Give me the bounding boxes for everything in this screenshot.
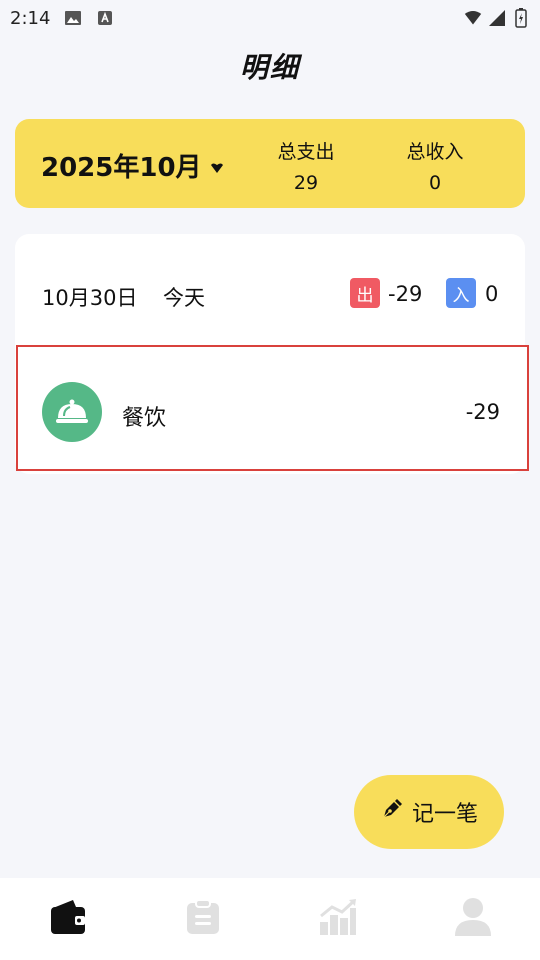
tab-details[interactable] xyxy=(0,878,135,960)
signal-icon xyxy=(488,9,506,27)
total-income-value: 0 xyxy=(428,172,442,194)
day-date: 10月30日 xyxy=(42,286,138,310)
total-expense-label: 总支出 xyxy=(277,141,335,163)
pen-icon xyxy=(380,797,404,827)
total-income-label: 总收入 xyxy=(406,141,464,163)
total-income: 总收入 0 xyxy=(390,137,480,194)
chart-icon xyxy=(319,898,357,940)
user-icon xyxy=(454,897,492,941)
day-income-value: 0 xyxy=(485,282,499,306)
add-record-button[interactable]: 记一笔 xyxy=(354,775,504,849)
income-badge: 入 xyxy=(446,278,476,308)
clipboard-icon xyxy=(186,899,220,939)
month-picker[interactable]: 2025年10月 xyxy=(41,147,224,184)
wifi-icon xyxy=(464,9,482,27)
day-relative: 今天 xyxy=(163,286,205,310)
wallet-icon xyxy=(49,899,87,939)
battery-icon xyxy=(512,8,530,28)
month-label: 2025年10月 xyxy=(41,153,202,183)
status-bar: 2:14 xyxy=(0,0,540,36)
food-cloche-icon xyxy=(42,382,102,442)
bottom-tab-bar xyxy=(0,878,540,960)
page-title: 明细 xyxy=(239,51,300,84)
tab-records[interactable] xyxy=(135,878,270,960)
list-item[interactable]: 餐饮 -29 xyxy=(16,345,529,471)
total-expense: 总支出 29 xyxy=(261,137,351,194)
caret-down-icon xyxy=(210,151,224,181)
total-expense-value: 29 xyxy=(293,172,319,194)
gallery-icon xyxy=(64,9,82,27)
expense-badge: 出 xyxy=(350,278,380,308)
day-expense-value: -29 xyxy=(388,282,423,306)
status-time: 2:14 xyxy=(10,7,51,29)
entry-category: 餐饮 xyxy=(122,406,167,431)
add-record-label: 记一笔 xyxy=(411,802,478,827)
font-icon xyxy=(96,9,114,27)
summary-card: 2025年10月 总支出 29 总收入 0 xyxy=(15,119,525,208)
day-header: 10月30日 今天 出 -29 入 0 xyxy=(15,234,525,346)
tab-statistics[interactable] xyxy=(270,878,405,960)
entry-amount: -29 xyxy=(465,400,500,424)
tab-profile[interactable] xyxy=(405,878,540,960)
